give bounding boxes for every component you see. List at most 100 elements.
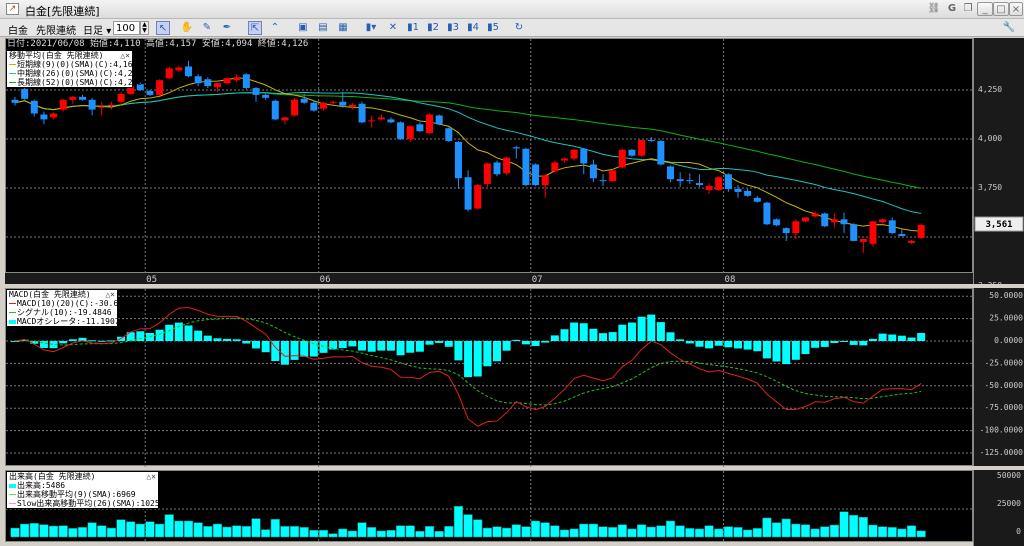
candle-down (242, 74, 250, 89)
volume-legend[interactable]: 出来高(白金 先限連続) △× 出来高:5486 出来高移動平均(9)(SMA):… (6, 471, 165, 509)
candle-down (840, 219, 848, 225)
legend-title: 出来高(白金 先限連続) (9, 472, 96, 481)
indicator-4-icon[interactable]: ▮4 (466, 21, 480, 35)
oscillator-bar (801, 341, 810, 355)
oscillator-bar (531, 341, 540, 346)
macd-tick-label: 50.0000 (989, 291, 1023, 300)
bar-count-input[interactable] (113, 21, 140, 35)
oscillator-bar (473, 341, 482, 377)
candle-up (811, 213, 819, 217)
volume-bar (637, 524, 647, 538)
candle-down (11, 99, 19, 103)
oscillator-bar (868, 338, 877, 341)
oscillator-bar (917, 332, 926, 341)
table-icon[interactable]: ▦ (336, 21, 350, 35)
candle-down (744, 190, 752, 196)
legend-controls[interactable]: △× (120, 51, 130, 60)
volume-bar (704, 525, 714, 538)
oscillator-label: MACDオシレータ:-11.1907 (17, 317, 120, 326)
period-dropdown[interactable]: 日足 ▾ (83, 22, 111, 37)
candle-down (40, 114, 48, 120)
chart-window-icon[interactable]: ▣ (296, 21, 310, 35)
oscillator-bar (88, 340, 97, 342)
candle-down (185, 66, 193, 77)
refresh-icon[interactable]: ↻ (512, 21, 526, 35)
link-icon[interactable]: ⛓ (926, 2, 942, 16)
price-panel[interactable] (5, 38, 974, 274)
indicator-5-icon[interactable]: ▮5 (486, 21, 500, 35)
volume-bar (212, 523, 222, 538)
indicator-menu-icon[interactable]: ▮▾ (364, 21, 378, 35)
candle-down (773, 219, 781, 226)
oscillator-bar (194, 330, 203, 341)
candle-up (223, 78, 231, 84)
ohlc-info: 日付:2021/06/08 始値:4,110 高値:4,157 安値:4,094… (7, 39, 309, 49)
g-icon[interactable]: G (944, 2, 960, 16)
pen-tool-icon[interactable]: ✒ (220, 21, 234, 35)
candle-down (512, 147, 520, 149)
bar-count-stepper[interactable]: ▲ ▼ (140, 21, 149, 35)
legend-controls[interactable]: △× (105, 290, 115, 299)
volume-bar (675, 525, 685, 538)
oscillator-bar (627, 322, 636, 341)
period-label: 日足 (83, 26, 103, 37)
candle-up (107, 104, 115, 106)
oscillator-bar (599, 333, 608, 341)
oscillator-bar (386, 341, 395, 351)
volume-bar (135, 523, 145, 538)
volume-bar (743, 529, 753, 538)
contract-menu[interactable]: 先限連続 (36, 22, 76, 37)
oscillator-bar (772, 341, 781, 362)
maximize-button[interactable]: □ (993, 2, 1009, 16)
candle-down (667, 166, 675, 180)
volume-bar (608, 527, 618, 538)
indicator-2-icon[interactable]: ▮2 (426, 21, 440, 35)
oscillator-bar (647, 314, 656, 341)
indicator-1-icon[interactable]: ▮1 (406, 21, 420, 35)
volume-bar (10, 527, 20, 538)
oscillator-bar (464, 341, 473, 378)
minimize-button[interactable]: _ (977, 2, 993, 16)
volume-bar (347, 530, 357, 538)
candle-up (165, 68, 173, 79)
volume-bar (29, 523, 39, 538)
up-circle-icon[interactable]: ⌃ (268, 21, 282, 35)
macd-tick-label: -100.0000 (980, 426, 1024, 435)
macd-legend[interactable]: MACD(白金 先限連続) △× MACD(10)(20)(C):-30.6753… (6, 289, 133, 327)
volume-bar (733, 527, 743, 538)
chevron-down-icon: ▾ (106, 26, 112, 37)
price-axis: 4,250 4,000 3,750 3,250 3,561 (973, 38, 1024, 284)
oscillator-bar (579, 323, 588, 341)
volume-bar (49, 525, 59, 538)
legend-controls[interactable]: △× (146, 472, 156, 481)
oscillator-bar (570, 322, 579, 341)
wrench-icon[interactable]: 🔧 (1002, 21, 1016, 35)
oscillator-bar (184, 325, 193, 341)
volume-bar (559, 529, 570, 538)
candle-down (194, 76, 202, 84)
pencil-tool-icon[interactable]: ✎ (200, 21, 214, 35)
volume-bar (58, 525, 68, 538)
copy-icon[interactable]: ❐ (960, 2, 976, 16)
remove-indicator-icon[interactable]: ✕ (386, 21, 400, 35)
macd-panel[interactable] (5, 288, 974, 467)
oscillator-bar (232, 339, 241, 341)
close-button[interactable]: × (1009, 2, 1023, 16)
hand-tool-icon[interactable]: ✋ (180, 21, 194, 35)
price-legend[interactable]: 移動平均(白金 先限連続) △× 短期線(9)(0)(SMA)(C):4,166 … (6, 50, 142, 88)
crosshair-tool-icon[interactable]: ⇱ (248, 21, 262, 35)
volume-bar (617, 524, 627, 538)
symbol-menu[interactable]: 白金 (8, 22, 28, 37)
title-bar: ↗ 白金[先限連続] ⛓ G ❐ _ □ × (0, 0, 1024, 19)
candle-down (676, 179, 684, 182)
date-axis: 05 06 07 08 (5, 273, 973, 284)
select-tool-icon[interactable]: ↖ (156, 21, 170, 35)
candle-up (281, 117, 289, 121)
indicator-3-icon[interactable]: ▮3 (446, 21, 460, 35)
grid-icon[interactable]: ▤ (316, 21, 330, 35)
candle-up (541, 175, 549, 186)
volume-bar (415, 531, 425, 538)
volume-bar (328, 533, 338, 538)
candle-up (69, 96, 77, 100)
volume-bar (145, 521, 155, 538)
